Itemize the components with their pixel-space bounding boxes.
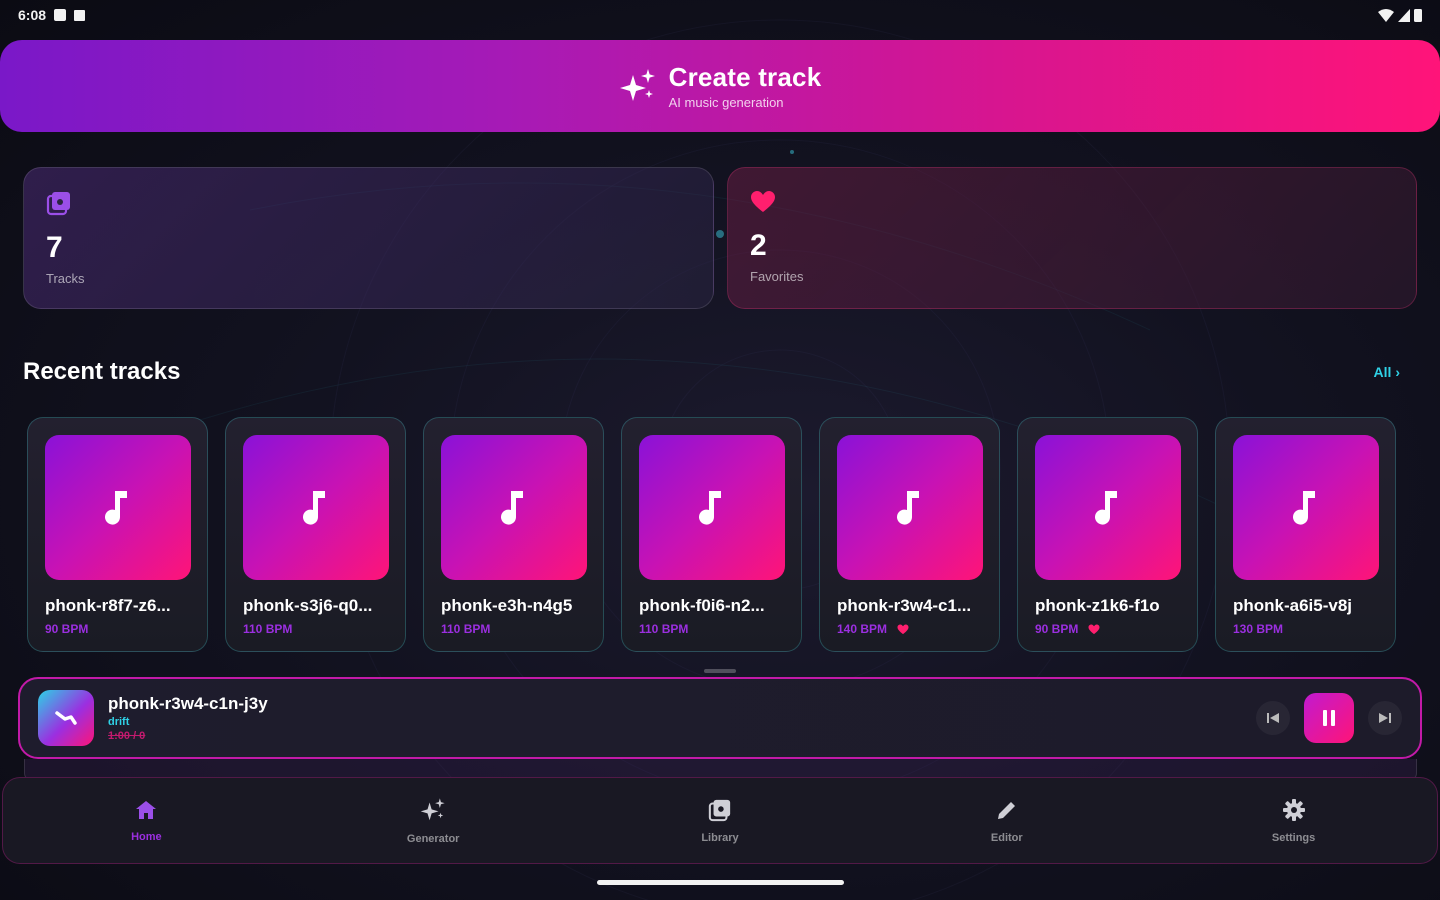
waveform-icon bbox=[55, 711, 77, 725]
tracks-count: 7 bbox=[46, 231, 63, 264]
track-artwork bbox=[1035, 435, 1181, 580]
heart-icon bbox=[751, 191, 775, 212]
player-drag-handle[interactable] bbox=[704, 669, 736, 673]
music-note-icon bbox=[1293, 490, 1315, 525]
track-bpm: 130 BPM bbox=[1233, 622, 1284, 636]
create-track-subtitle: AI music generation bbox=[668, 95, 784, 110]
mini-player[interactable]: phonk-r3w4-c1n-j3y drift 1:00 / 0 bbox=[18, 677, 1422, 759]
favorites-count: 2 bbox=[750, 229, 767, 262]
track-bpm: 110 BPM bbox=[243, 622, 293, 636]
tracks-label: Tracks bbox=[46, 271, 85, 286]
sparkles-icon bbox=[420, 797, 445, 820]
track-name: phonk-e3h-n4g5 bbox=[441, 596, 573, 615]
favorite-heart-icon bbox=[897, 623, 909, 634]
create-track-title: Create track bbox=[668, 62, 822, 92]
favorites-stat-card[interactable]: 2 Favorites bbox=[727, 167, 1417, 309]
home-indicator[interactable] bbox=[597, 880, 844, 885]
track-name: phonk-r3w4-c1... bbox=[837, 596, 972, 615]
nav-generator-label: Generator bbox=[406, 832, 460, 845]
player-track-genre: drift bbox=[108, 716, 130, 728]
track-bpm: 90 BPM bbox=[1035, 622, 1079, 636]
music-note-icon bbox=[1095, 490, 1117, 525]
music-note-icon bbox=[303, 490, 325, 525]
player-time: 1:00 / 0 bbox=[108, 730, 146, 742]
track-artwork bbox=[837, 435, 983, 580]
track-bpm: 140 BPM bbox=[837, 622, 888, 636]
track-artwork bbox=[45, 435, 191, 580]
favorites-label: Favorites bbox=[750, 269, 804, 284]
music-note-icon bbox=[699, 490, 721, 525]
player-track-title: phonk-r3w4-c1n-j3y bbox=[108, 694, 268, 713]
track-bpm: 110 BPM bbox=[639, 622, 689, 636]
nav-editor[interactable]: Editor bbox=[947, 798, 1067, 844]
track-name: phonk-f0i6-n2... bbox=[639, 596, 765, 615]
track-bpm: 110 BPM bbox=[441, 622, 491, 636]
favorite-heart-icon bbox=[1088, 623, 1100, 634]
track-card[interactable]: phonk-f0i6-n2... 110 BPM bbox=[621, 417, 802, 652]
nav-home-label: Home bbox=[131, 830, 162, 843]
track-card[interactable]: phonk-s3j6-q0... 110 BPM bbox=[225, 417, 406, 652]
track-artwork bbox=[1233, 435, 1379, 580]
library-icon bbox=[46, 192, 70, 216]
track-card[interactable]: phonk-r3w4-c1... 140 BPM bbox=[819, 417, 1000, 652]
previous-button[interactable] bbox=[1256, 701, 1290, 735]
nav-home[interactable]: Home bbox=[86, 799, 206, 843]
track-name: phonk-a6i5-v8j bbox=[1233, 596, 1353, 615]
nav-generator[interactable]: Generator bbox=[373, 797, 493, 845]
skip-previous-icon bbox=[1267, 713, 1279, 723]
track-name: phonk-r8f7-z6... bbox=[45, 596, 171, 615]
next-button[interactable] bbox=[1368, 701, 1402, 735]
player-artwork bbox=[38, 690, 94, 746]
track-artwork bbox=[243, 435, 389, 580]
bottom-navigation: Home Generator Library Editor Settings bbox=[2, 777, 1438, 864]
pencil-icon bbox=[997, 801, 1015, 819]
music-note-icon bbox=[897, 490, 919, 525]
library-icon bbox=[708, 799, 731, 821]
track-artwork bbox=[639, 435, 785, 580]
nav-library-label: Library bbox=[701, 831, 739, 844]
track-name: phonk-z1k6-f1o bbox=[1035, 596, 1160, 615]
recent-tracks-title: Recent tracks bbox=[23, 358, 181, 385]
create-track-button[interactable]: Create track AI music generation bbox=[0, 40, 1440, 132]
music-note-icon bbox=[105, 490, 127, 525]
nav-settings-label: Settings bbox=[1271, 831, 1316, 844]
recent-tracks-list: phonk-r8f7-z6... 90 BPM phonk-s3j6-q0...… bbox=[27, 417, 1396, 652]
track-artwork bbox=[441, 435, 587, 580]
sparkles-icon bbox=[619, 69, 655, 101]
notification-icon bbox=[74, 9, 86, 21]
nav-editor-label: Editor bbox=[990, 831, 1023, 844]
wifi-icon bbox=[1378, 8, 1394, 22]
battery-icon bbox=[1414, 9, 1422, 22]
music-note-icon bbox=[501, 490, 523, 525]
status-bar: 6:08 bbox=[0, 0, 1440, 30]
skip-next-icon bbox=[1379, 713, 1391, 723]
track-card[interactable]: phonk-z1k6-f1o 90 BPM bbox=[1017, 417, 1198, 652]
signal-icon bbox=[1398, 8, 1410, 22]
nav-library[interactable]: Library bbox=[660, 798, 780, 844]
nav-settings[interactable]: Settings bbox=[1234, 798, 1354, 844]
track-card[interactable]: phonk-e3h-n4g5 110 BPM bbox=[423, 417, 604, 652]
track-card[interactable]: phonk-r8f7-z6... 90 BPM bbox=[27, 417, 208, 652]
notification-icon bbox=[54, 9, 67, 21]
track-card[interactable]: phonk-a6i5-v8j 130 BPM bbox=[1215, 417, 1396, 652]
status-time: 6:08 bbox=[18, 7, 47, 23]
track-name: phonk-s3j6-q0... bbox=[243, 596, 373, 615]
see-all-link[interactable]: All › bbox=[1374, 364, 1400, 380]
track-bpm: 90 BPM bbox=[45, 622, 89, 636]
pause-button[interactable] bbox=[1304, 693, 1354, 743]
home-icon bbox=[136, 800, 157, 819]
pause-icon bbox=[1323, 710, 1335, 726]
gear-icon bbox=[1282, 798, 1305, 821]
tracks-stat-card[interactable]: 7 Tracks bbox=[23, 167, 714, 309]
